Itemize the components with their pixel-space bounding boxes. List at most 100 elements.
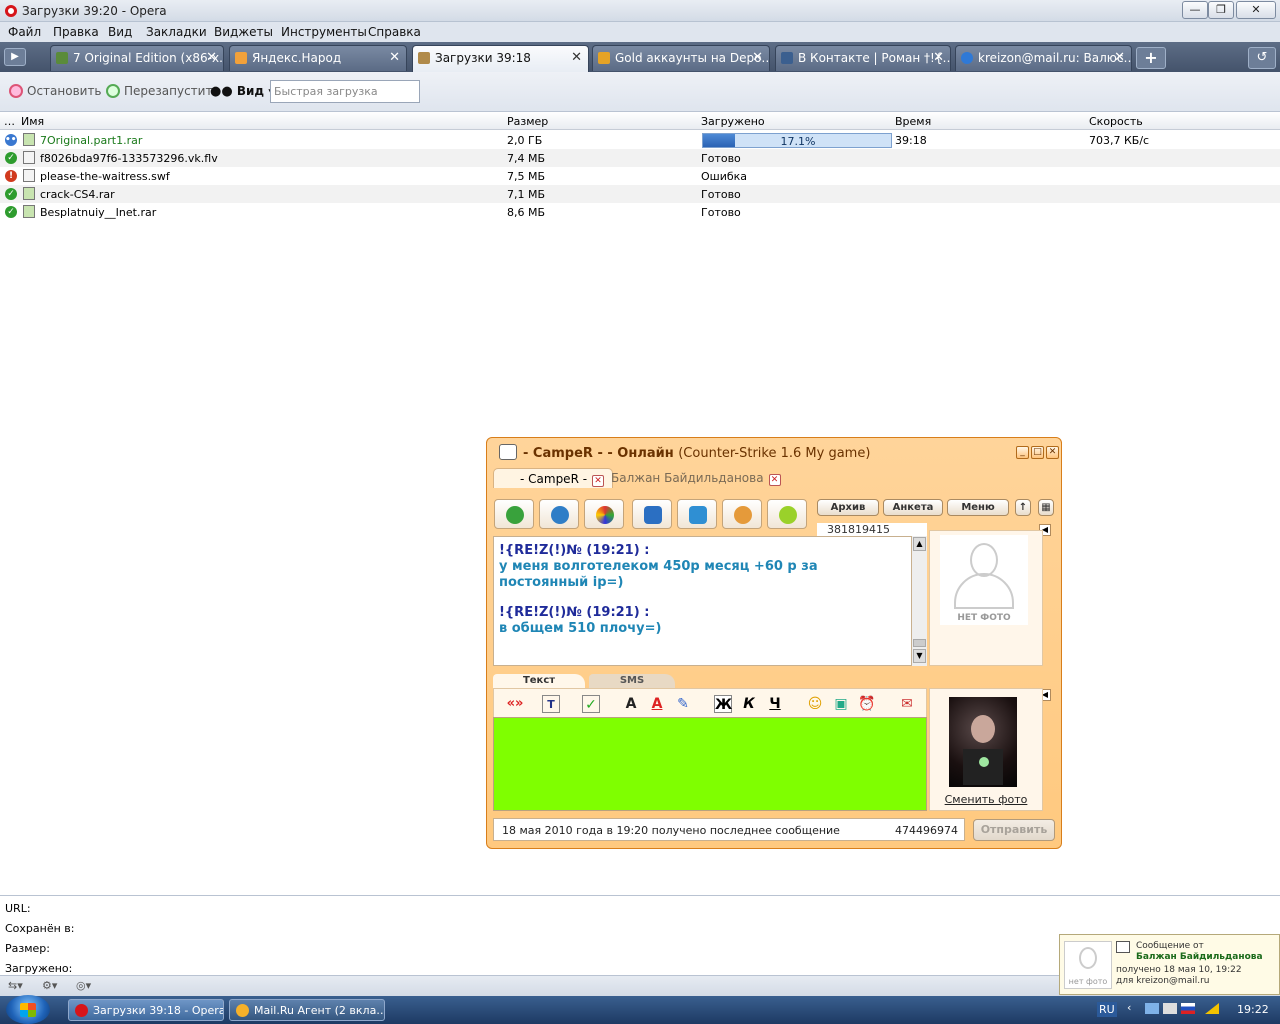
flag-russia-icon[interactable]: [1181, 1003, 1195, 1014]
stop-button[interactable]: Остановить: [9, 84, 102, 98]
bold-icon[interactable]: Ж: [714, 695, 732, 713]
transfer-button[interactable]: [677, 499, 717, 529]
tips-button[interactable]: [767, 499, 807, 529]
menu-bookmarks[interactable]: Закладки: [146, 25, 207, 39]
details-url-label: URL:: [5, 902, 31, 915]
spellcheck-icon[interactable]: ✓: [582, 695, 600, 713]
download-row[interactable]: ••• 7Original.part1.rar 2,0 ГБ 17.1% 39:…: [0, 131, 1280, 149]
menu-file[interactable]: Файл: [8, 25, 41, 39]
view-button[interactable]: ●● Вид ▼: [210, 84, 275, 99]
globe-button[interactable]: [584, 499, 624, 529]
quick-download-input[interactable]: Быстрая загрузка: [270, 80, 420, 103]
column-name[interactable]: Имя: [21, 115, 44, 128]
save-history-button[interactable]: [632, 499, 672, 529]
pin-icon[interactable]: ↑: [1015, 499, 1031, 516]
sms-tab[interactable]: SMS: [589, 674, 675, 689]
chat-history[interactable]: !{RE!Z(!)№ (19:21) : у меня волготелеком…: [493, 536, 927, 666]
window-titlebar[interactable]: Загрузки 39:20 - Opera — ❐ ✕: [0, 0, 1280, 22]
menu-edit[interactable]: Правка: [53, 25, 99, 39]
download-row[interactable]: ✓ f8026bda97f6-133573296.vk.flv 7,4 МБ Г…: [0, 149, 1280, 167]
clock[interactable]: 19:22: [1237, 1003, 1269, 1016]
floppy-icon: [644, 506, 662, 524]
tab-yandex-narod[interactable]: Яндекс.Народ ✕: [229, 45, 407, 71]
tray-app-icon[interactable]: [1163, 1003, 1177, 1014]
flash-icon[interactable]: ▣: [832, 695, 850, 713]
download-row[interactable]: ✓ crack-CS4.rar 7,1 МБ Готово: [0, 185, 1280, 203]
highlight-icon[interactable]: ✎: [674, 695, 692, 713]
message-notification[interactable]: нет фото Сообщение от Балжан Байдильдано…: [1059, 934, 1280, 995]
new-tab-button[interactable]: +: [1136, 47, 1166, 69]
agent-maximize-button[interactable]: □: [1031, 446, 1044, 459]
restart-button[interactable]: Перезапустить: [106, 84, 220, 98]
turbo-icon[interactable]: ◎▾: [76, 979, 91, 992]
task-opera[interactable]: Загрузки 39:18 - Opera: [68, 999, 224, 1021]
contacts-button[interactable]: [722, 499, 762, 529]
underline-icon[interactable]: Ч: [766, 695, 784, 713]
column-size[interactable]: Размер: [507, 115, 548, 128]
archive-button[interactable]: Архив: [817, 499, 879, 516]
font-color-icon[interactable]: A: [648, 695, 666, 713]
tab-7-original[interactable]: 7 Original Edition (x86-x… ✕: [50, 45, 224, 71]
tray-expand-icon[interactable]: ‹: [1127, 1001, 1131, 1014]
italic-icon[interactable]: К: [740, 695, 758, 713]
close-window-button[interactable]: ✕: [1236, 1, 1276, 19]
layout-icon[interactable]: ▦: [1038, 499, 1054, 516]
sync-icon[interactable]: ⇆▾: [8, 979, 23, 992]
close-tab-icon[interactable]: ✕: [389, 50, 400, 65]
text-tab[interactable]: Текст: [493, 674, 585, 689]
profile-button[interactable]: Анкета: [883, 499, 943, 516]
quote-icon[interactable]: «»: [502, 695, 528, 713]
start-button[interactable]: [6, 995, 50, 1024]
status-button[interactable]: [494, 499, 534, 529]
close-tab-icon[interactable]: ✕: [933, 50, 944, 65]
close-tab-icon[interactable]: ✕: [752, 50, 763, 65]
panel-toggle-icon[interactable]: ▶: [4, 48, 26, 66]
language-indicator[interactable]: RU: [1097, 1002, 1117, 1017]
download-row[interactable]: ✓ Besplatnuiy__Inet.rar 8,6 МБ Готово: [0, 203, 1280, 221]
message-input[interactable]: [493, 717, 927, 811]
unite-icon[interactable]: ⚙▾: [42, 979, 57, 992]
column-speed[interactable]: Скорость: [1089, 115, 1143, 128]
maximize-button[interactable]: ❐: [1208, 1, 1234, 19]
change-photo-link[interactable]: Сменить фото: [929, 793, 1043, 806]
closed-tabs-icon[interactable]: ↺: [1248, 47, 1276, 69]
minimize-button[interactable]: —: [1182, 1, 1208, 19]
page-icon: [56, 52, 68, 64]
mail-agent-window[interactable]: - CampeR - - Онлайн (Counter-Strike 1.6 …: [486, 437, 1062, 849]
agent-close-button[interactable]: ✕: [1046, 446, 1059, 459]
close-tab-icon[interactable]: ✕: [571, 50, 582, 65]
tab-gold-accounts[interactable]: Gold аккаунты на Depo… ✕: [592, 45, 770, 71]
close-tab-icon[interactable]: ✕: [206, 50, 217, 65]
volume-signal-icon[interactable]: [1205, 1003, 1219, 1014]
in-progress-icon: •••: [5, 134, 23, 146]
alarm-icon[interactable]: ⏰: [858, 695, 876, 713]
column-time[interactable]: Время: [895, 115, 931, 128]
font-icon[interactable]: A: [622, 695, 640, 713]
close-tab-icon[interactable]: ✕: [1114, 50, 1125, 65]
chat-scrollbar[interactable]: ▲ ▼: [911, 536, 927, 666]
menu-widgets[interactable]: Виджеты: [214, 25, 273, 39]
tab-vkontakte[interactable]: В Контакте | Роман †!{… ✕: [775, 45, 951, 71]
scroll-thumb[interactable]: [913, 639, 926, 647]
download-row[interactable]: ! please-the-waitress.swf 7,5 МБ Ошибка: [0, 167, 1280, 185]
task-mail-agent[interactable]: Mail.Ru Агент (2 вкла…: [229, 999, 385, 1021]
tab-mail-ru[interactable]: kreizon@mail.ru: Валюс… ✕: [955, 45, 1132, 71]
webcam-button[interactable]: [539, 499, 579, 529]
menu-tools[interactable]: Инструменты: [281, 25, 367, 39]
network-icon[interactable]: [1145, 1003, 1159, 1014]
column-loaded[interactable]: Загружено: [701, 115, 765, 128]
scroll-up-icon[interactable]: ▲: [913, 537, 926, 551]
send-file-icon[interactable]: ✉: [898, 695, 916, 713]
column-dots[interactable]: …: [4, 115, 15, 128]
send-button[interactable]: Отправить: [973, 819, 1055, 841]
chat-tab-balzhan[interactable]: Балжан Байдильданова ✕: [585, 468, 789, 488]
tab-downloads[interactable]: Загрузки 39:18 ✕: [412, 45, 589, 72]
text-style-icon[interactable]: Т: [542, 695, 560, 713]
close-tab-icon[interactable]: ✕: [768, 474, 781, 486]
menu-view[interactable]: Вид: [108, 25, 132, 39]
agent-minimize-button[interactable]: _: [1016, 446, 1029, 459]
scroll-down-icon[interactable]: ▼: [913, 649, 926, 663]
agent-menu-button[interactable]: Меню: [947, 499, 1009, 516]
smile-icon[interactable]: ☺: [806, 695, 824, 713]
menu-help[interactable]: Справка: [368, 25, 421, 39]
